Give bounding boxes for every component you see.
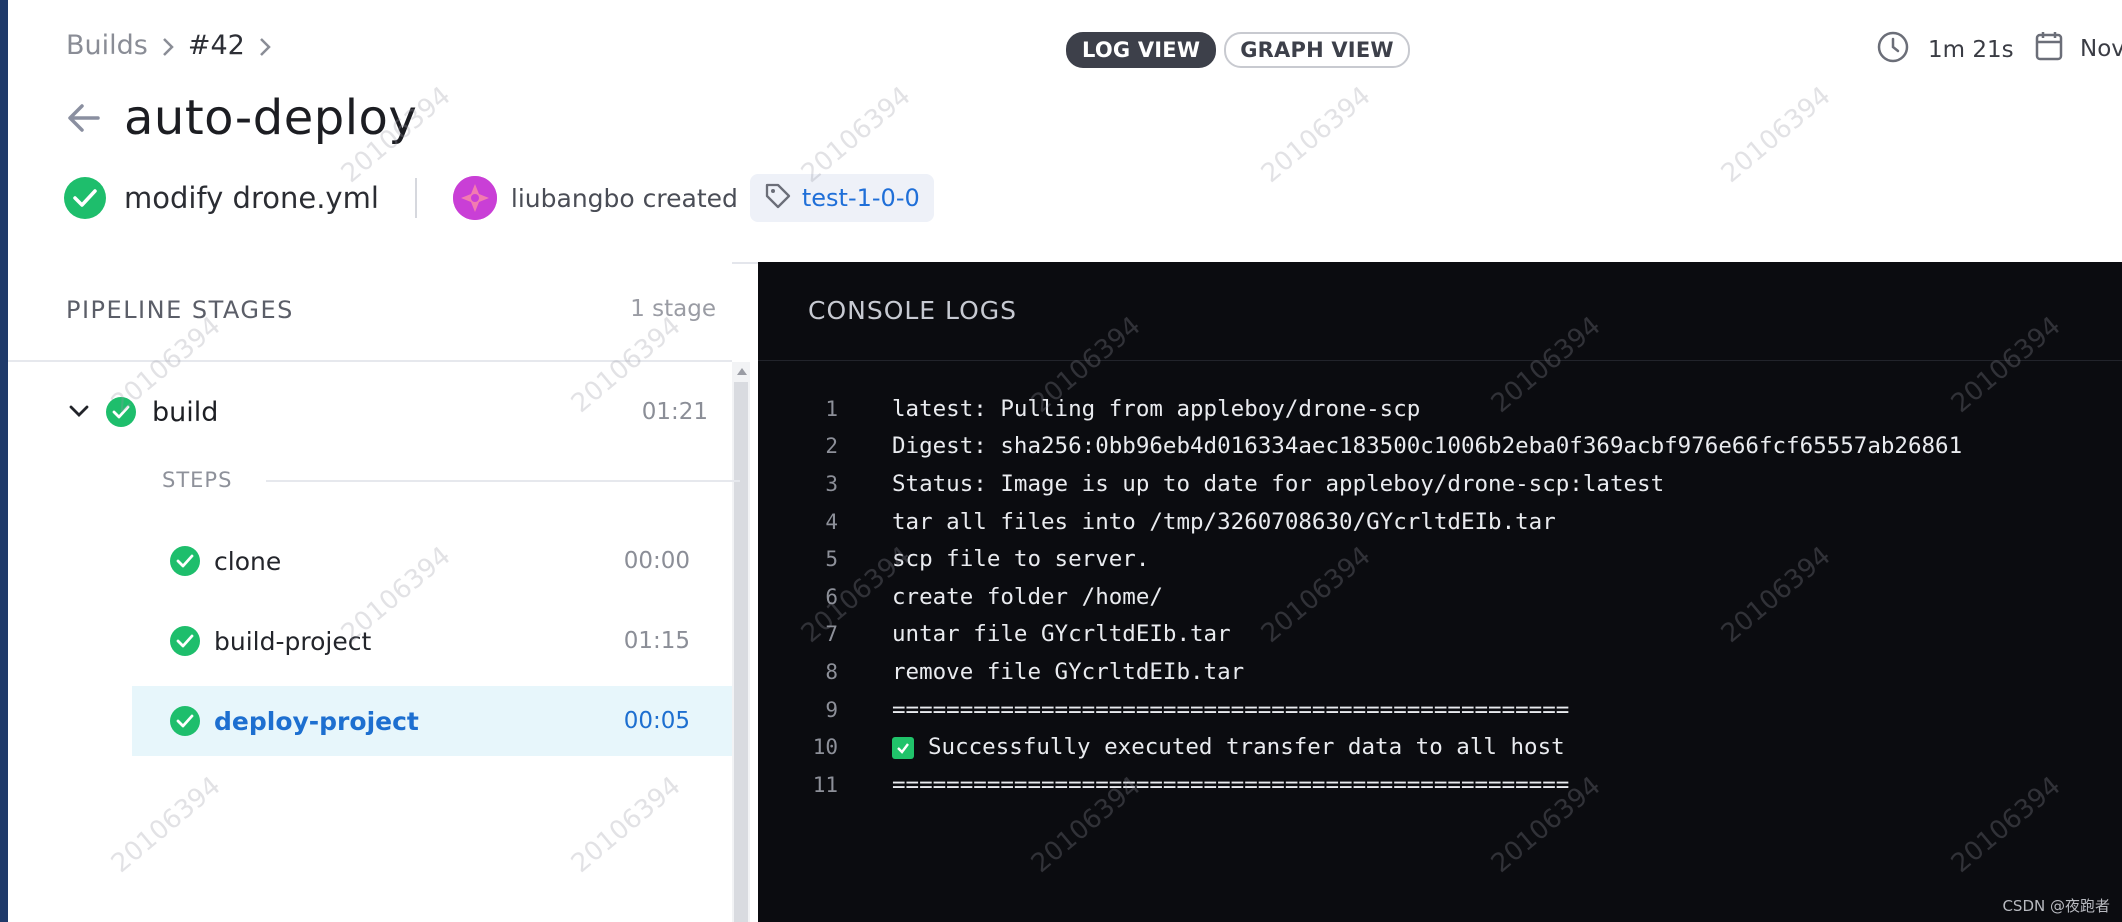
log-text: Digest: sha256:0bb96eb4d016334aec183500c… <box>892 433 1963 460</box>
success-check-icon <box>170 626 200 656</box>
view-toggle: LOG VIEW GRAPH VIEW <box>1066 32 1410 68</box>
steps-label: STEPS <box>162 468 233 492</box>
duration-text: 1m 21s <box>1928 37 2014 63</box>
tag-label: test-1-0-0 <box>801 184 920 212</box>
chevron-right-icon <box>148 30 188 61</box>
log-line: 3 Status: Image is up to date for applebo… <box>758 465 2122 503</box>
log-text: scp file to server. <box>892 546 1150 573</box>
log-output[interactable]: 1 latest: Pulling from appleboy/drone-scp… <box>758 390 2122 804</box>
success-check-icon <box>170 546 200 576</box>
step-time: 00:00 <box>623 548 690 574</box>
chevron-right-icon <box>245 30 285 61</box>
success-check-icon <box>170 706 200 736</box>
build-duration: 1m 21s <box>1876 30 2014 70</box>
line-number: 8 <box>825 659 838 684</box>
clock-icon <box>1876 30 1910 70</box>
step-name: build-project <box>214 626 372 656</box>
back-arrow-icon[interactable] <box>64 98 104 142</box>
line-number: 6 <box>825 584 838 609</box>
line-number: 10 <box>812 735 838 760</box>
log-line: 10 Successfully executed transfer data to… <box>758 728 2122 766</box>
success-message: Successfully executed transfer data to a… <box>928 734 1565 761</box>
line-number: 11 <box>812 772 838 797</box>
footer-credit: CSDN @夜跑者 <box>2002 897 2110 915</box>
scroll-up-arrow-icon[interactable] <box>737 368 747 375</box>
line-number: 1 <box>825 396 838 421</box>
success-check-icon <box>64 177 106 219</box>
console-panel: CONSOLE LOGS 1 latest: Pulling from apple… <box>758 262 2122 922</box>
breadcrumb-builds[interactable]: Builds <box>66 30 148 61</box>
line-number: 2 <box>825 434 838 459</box>
log-view-button[interactable]: LOG VIEW <box>1066 32 1217 68</box>
log-line: 5 scp file to server. <box>758 540 2122 578</box>
log-text-success: Successfully executed transfer data to a… <box>892 734 1565 760</box>
line-number: 3 <box>825 471 838 496</box>
step-time: 00:05 <box>623 708 690 734</box>
line-number: 7 <box>825 622 838 647</box>
log-text: ========================================… <box>892 771 1570 798</box>
log-text: untar file GYcrltdEIb.tar <box>892 621 1231 648</box>
steps-divider <box>266 480 740 482</box>
step-name: deploy-project <box>214 706 419 736</box>
build-meta: modify drone.yml liubangbo created test-… <box>64 172 934 224</box>
breadcrumb-build-number[interactable]: #42 <box>188 30 245 61</box>
log-line: 11 ======================================… <box>758 766 2122 804</box>
line-number: 9 <box>825 697 838 722</box>
log-line: 1 latest: Pulling from appleboy/drone-scp <box>758 390 2122 428</box>
log-line: 8 remove file GYcrltdEIb.tar <box>758 653 2122 691</box>
step-build-project[interactable]: build-project 01:15 <box>132 606 732 676</box>
log-line: 6 create folder /home/ <box>758 578 2122 616</box>
stage-count: 1 stage <box>630 296 716 322</box>
log-line: 2 Digest: sha256:0bb96eb4d016334aec183500… <box>758 428 2122 466</box>
date-text: Nov <box>2080 36 2122 62</box>
chevron-down-icon[interactable] <box>68 403 90 422</box>
avatar <box>452 176 497 220</box>
step-clone[interactable]: clone 00:00 <box>132 526 732 596</box>
window-edge <box>0 0 8 922</box>
build-date: Nov <box>2034 30 2122 68</box>
log-line: 7 untar file GYcrltdEIb.tar <box>758 616 2122 654</box>
step-name: clone <box>214 546 282 576</box>
step-time: 01:15 <box>623 628 690 654</box>
line-number: 5 <box>825 547 838 572</box>
log-text: remove file GYcrltdEIb.tar <box>892 658 1245 685</box>
creator-text: liubangbo created <box>510 183 738 213</box>
meta-divider <box>414 178 417 218</box>
step-deploy-project[interactable]: deploy-project 00:05 <box>132 686 732 756</box>
graph-view-button[interactable]: GRAPH VIEW <box>1224 32 1410 68</box>
breadcrumb: Builds #42 <box>66 30 285 61</box>
pipeline-sidebar: PIPELINE STAGES 1 stage build 01:21 STEP… <box>8 262 750 922</box>
calendar-icon <box>2034 30 2064 68</box>
log-line: 9 =======================================… <box>758 691 2122 729</box>
console-logs-heading: CONSOLE LOGS <box>808 296 1018 325</box>
checkbox-check-icon <box>892 736 914 759</box>
line-number: 4 <box>825 509 838 534</box>
commit-message: modify drone.yml <box>124 181 379 215</box>
tag-badge[interactable]: test-1-0-0 <box>749 174 934 222</box>
console-divider <box>758 360 2122 361</box>
tag-icon <box>764 182 792 214</box>
log-text: latest: Pulling from appleboy/drone-scp <box>892 395 1421 422</box>
log-text: create folder /home/ <box>892 583 1163 610</box>
stage-build[interactable]: build 01:21 <box>68 384 708 440</box>
success-check-icon <box>106 397 136 427</box>
stage-time: 01:21 <box>641 399 708 425</box>
scrollbar-thumb[interactable] <box>734 382 748 922</box>
log-line: 4 tar all files into /tmp/3260708630/GYcr… <box>758 503 2122 541</box>
sidebar-divider <box>8 360 732 362</box>
pipeline-stages-heading: PIPELINE STAGES <box>66 296 294 324</box>
stage-name: build <box>152 396 219 428</box>
log-text: ========================================… <box>892 696 1570 723</box>
page-title: auto-deploy <box>124 90 418 146</box>
log-text: tar all files into /tmp/3260708630/GYcrl… <box>892 508 1556 535</box>
build-header: Builds #42 LOG VIEW GRAPH VIEW 1m 21s No… <box>8 0 2122 264</box>
log-text: Status: Image is up to date for appleboy… <box>892 470 1665 497</box>
